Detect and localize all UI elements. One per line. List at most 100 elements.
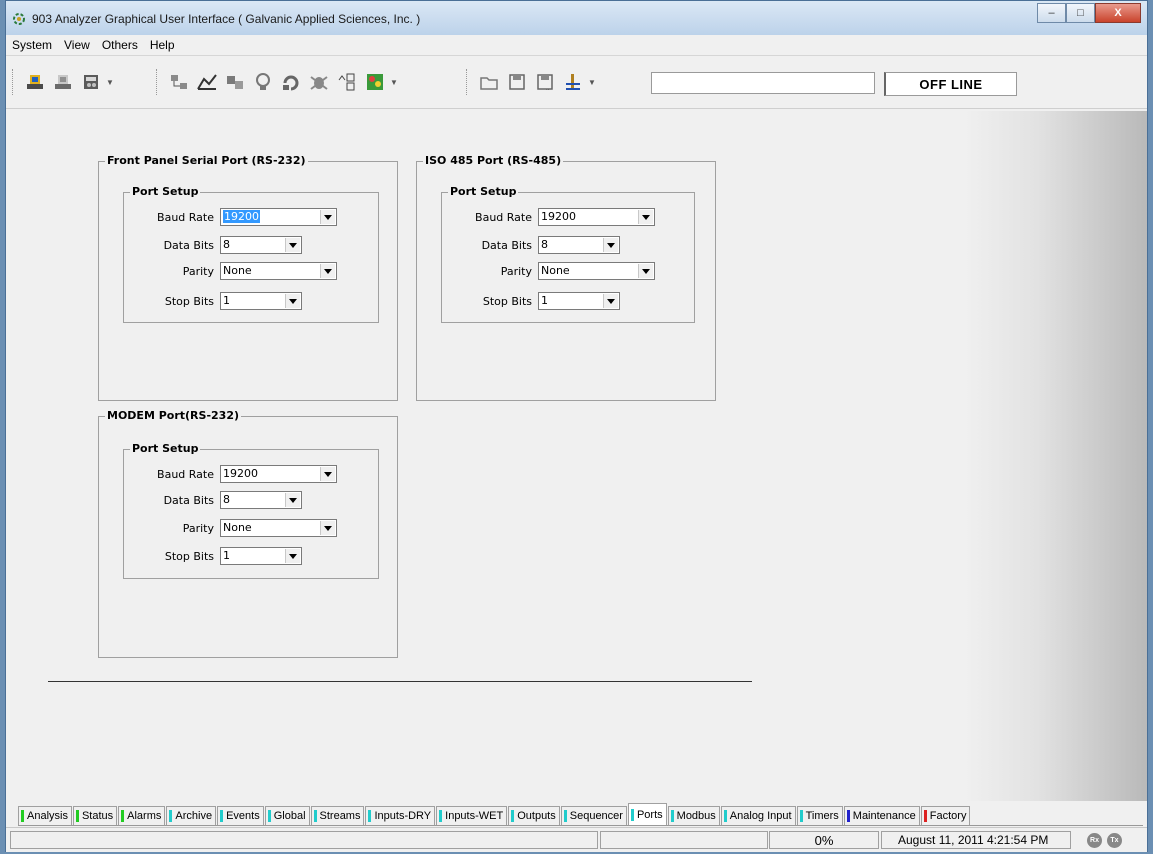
toolbar-grip[interactable]	[12, 69, 16, 95]
tab-modbus[interactable]: Modbus	[667, 806, 720, 825]
data-bits-select[interactable]: 8	[538, 236, 620, 254]
stop-bits-label: Stop Bits	[482, 294, 532, 308]
tab-archive[interactable]: Archive	[166, 806, 217, 825]
chevron-down-icon[interactable]	[285, 294, 300, 308]
export-icon[interactable]	[562, 71, 584, 93]
modem-port-group: MODEM Port(RS-232) Port Setup Baud Rate …	[98, 409, 398, 658]
bug-icon[interactable]	[308, 71, 330, 93]
baud-rate-select[interactable]: 19200	[220, 465, 337, 483]
chart-icon[interactable]	[196, 71, 218, 93]
tab-status-marker	[670, 810, 674, 822]
chevron-down-icon[interactable]	[603, 294, 618, 308]
toolbar: ▼ ▼ .. ▼ OFF LINE	[6, 58, 1147, 109]
parity-select[interactable]: None	[220, 262, 337, 280]
paint-icon[interactable]	[364, 71, 386, 93]
tab-outputs[interactable]: Outputs	[508, 806, 560, 825]
chevron-down-icon[interactable]	[285, 549, 300, 563]
tab-label: Maintenance	[852, 810, 916, 822]
toolbar-dropdown-icon[interactable]: ▼	[106, 78, 114, 87]
app-icon	[13, 13, 25, 25]
disconnect-icon[interactable]	[52, 71, 74, 93]
tab-analog-input[interactable]: Analog Input	[720, 806, 796, 825]
stop-bits-value: 1	[223, 294, 230, 307]
status-message-cell	[10, 831, 598, 849]
tab-sequencer[interactable]: Sequencer	[560, 806, 627, 825]
parity-select[interactable]: None	[538, 262, 655, 280]
menu-help[interactable]: Help	[150, 38, 175, 52]
connect-icon[interactable]	[24, 71, 46, 93]
chevron-down-icon[interactable]	[638, 210, 653, 224]
device-icon[interactable]	[80, 71, 102, 93]
ports-page: Front Panel Serial Port (RS-232) Port Se…	[18, 111, 963, 801]
close-button[interactable]: X	[1095, 3, 1141, 23]
baud-rate-select[interactable]: 19200	[220, 208, 337, 226]
tab-streams[interactable]: Streams	[310, 806, 365, 825]
title-bar[interactable]: 903 Analyzer Graphical User Interface ( …	[6, 1, 1147, 36]
tab-label: Global	[273, 810, 306, 822]
toolbar-group-connection: ▼	[12, 66, 114, 98]
tab-label: Inputs-DRY	[374, 810, 432, 822]
parity-label: Parity	[500, 264, 532, 278]
menu-system[interactable]: System	[12, 38, 52, 52]
page-tabs: Analysis Status Alarms Archive Events Global S…	[18, 803, 1143, 826]
stop-bits-select[interactable]: 1	[220, 292, 302, 310]
window-title: 903 Analyzer Graphical User Interface ( …	[32, 12, 421, 26]
stop-bits-value: 1	[541, 294, 548, 307]
chevron-down-icon[interactable]	[320, 467, 335, 481]
parity-value: None	[223, 521, 252, 534]
tab-factory[interactable]: Factory	[920, 806, 971, 825]
tab-analysis[interactable]: Analysis	[18, 806, 72, 825]
tab-ports[interactable]: Ports	[627, 803, 667, 825]
chevron-down-icon[interactable]	[285, 493, 300, 507]
data-bits-label: Data Bits	[163, 493, 214, 507]
refresh-icon[interactable]	[280, 71, 302, 93]
datetime-cell: August 11, 2011 4:21:54 PM	[881, 831, 1071, 849]
save-as-icon[interactable]: ..	[534, 71, 556, 93]
parity-value: None	[223, 264, 252, 277]
tab-maintenance[interactable]: Maintenance	[843, 806, 920, 825]
chevron-down-icon[interactable]	[285, 238, 300, 252]
toolbar-text-field[interactable]	[651, 72, 875, 94]
stop-bits-select[interactable]: 1	[220, 547, 302, 565]
toolbar-dropdown-icon[interactable]: ▼	[390, 78, 398, 87]
stop-bits-label: Stop Bits	[164, 294, 214, 308]
menu-view[interactable]: View	[64, 38, 90, 52]
data-bits-select[interactable]: 8	[220, 236, 302, 254]
open-folder-icon[interactable]	[478, 71, 500, 93]
transfer-icon[interactable]	[224, 71, 246, 93]
chevron-down-icon[interactable]	[320, 264, 335, 278]
tab-label: Outputs	[517, 810, 556, 822]
toolbar-grip[interactable]	[466, 69, 470, 95]
stop-bits-select[interactable]: 1	[538, 292, 620, 310]
tab-alarms[interactable]: Alarms	[118, 806, 166, 825]
chevron-down-icon[interactable]	[320, 521, 335, 535]
menu-others[interactable]: Others	[102, 38, 138, 52]
window-buttons: – □ X	[1037, 3, 1141, 23]
chevron-down-icon[interactable]	[638, 264, 653, 278]
port-setup-group: Port Setup Baud Rate 19200 Data Bits 8 P…	[123, 442, 379, 579]
tab-inputs-wet[interactable]: Inputs-WET	[436, 806, 508, 825]
network-icon[interactable]	[168, 71, 190, 93]
baud-rate-select[interactable]: 19200	[538, 208, 655, 226]
toolbar-grip[interactable]	[156, 69, 160, 95]
save-icon[interactable]	[506, 71, 528, 93]
divider-line	[48, 681, 752, 682]
lightbulb-icon[interactable]	[252, 71, 274, 93]
parity-select[interactable]: None	[220, 519, 337, 537]
tab-global[interactable]: Global	[264, 806, 310, 825]
tab-events[interactable]: Events	[217, 806, 264, 825]
toolbar-dropdown-icon[interactable]: ▼	[588, 78, 596, 87]
stop-bits-label: Stop Bits	[164, 549, 214, 563]
tab-inputs-dry[interactable]: Inputs-DRY	[365, 806, 436, 825]
parity-row: Parity None	[442, 261, 655, 281]
baud-rate-value: 19200	[223, 210, 260, 223]
tab-timers[interactable]: Timers	[796, 806, 843, 825]
tab-status[interactable]: Status	[72, 806, 118, 825]
data-bits-select[interactable]: 8	[220, 491, 302, 509]
minimize-button[interactable]: –	[1037, 3, 1066, 23]
tab-status-marker	[75, 810, 79, 822]
stream-selector-icon[interactable]	[336, 71, 358, 93]
chevron-down-icon[interactable]	[320, 210, 335, 224]
chevron-down-icon[interactable]	[603, 238, 618, 252]
maximize-button[interactable]: □	[1066, 3, 1095, 23]
